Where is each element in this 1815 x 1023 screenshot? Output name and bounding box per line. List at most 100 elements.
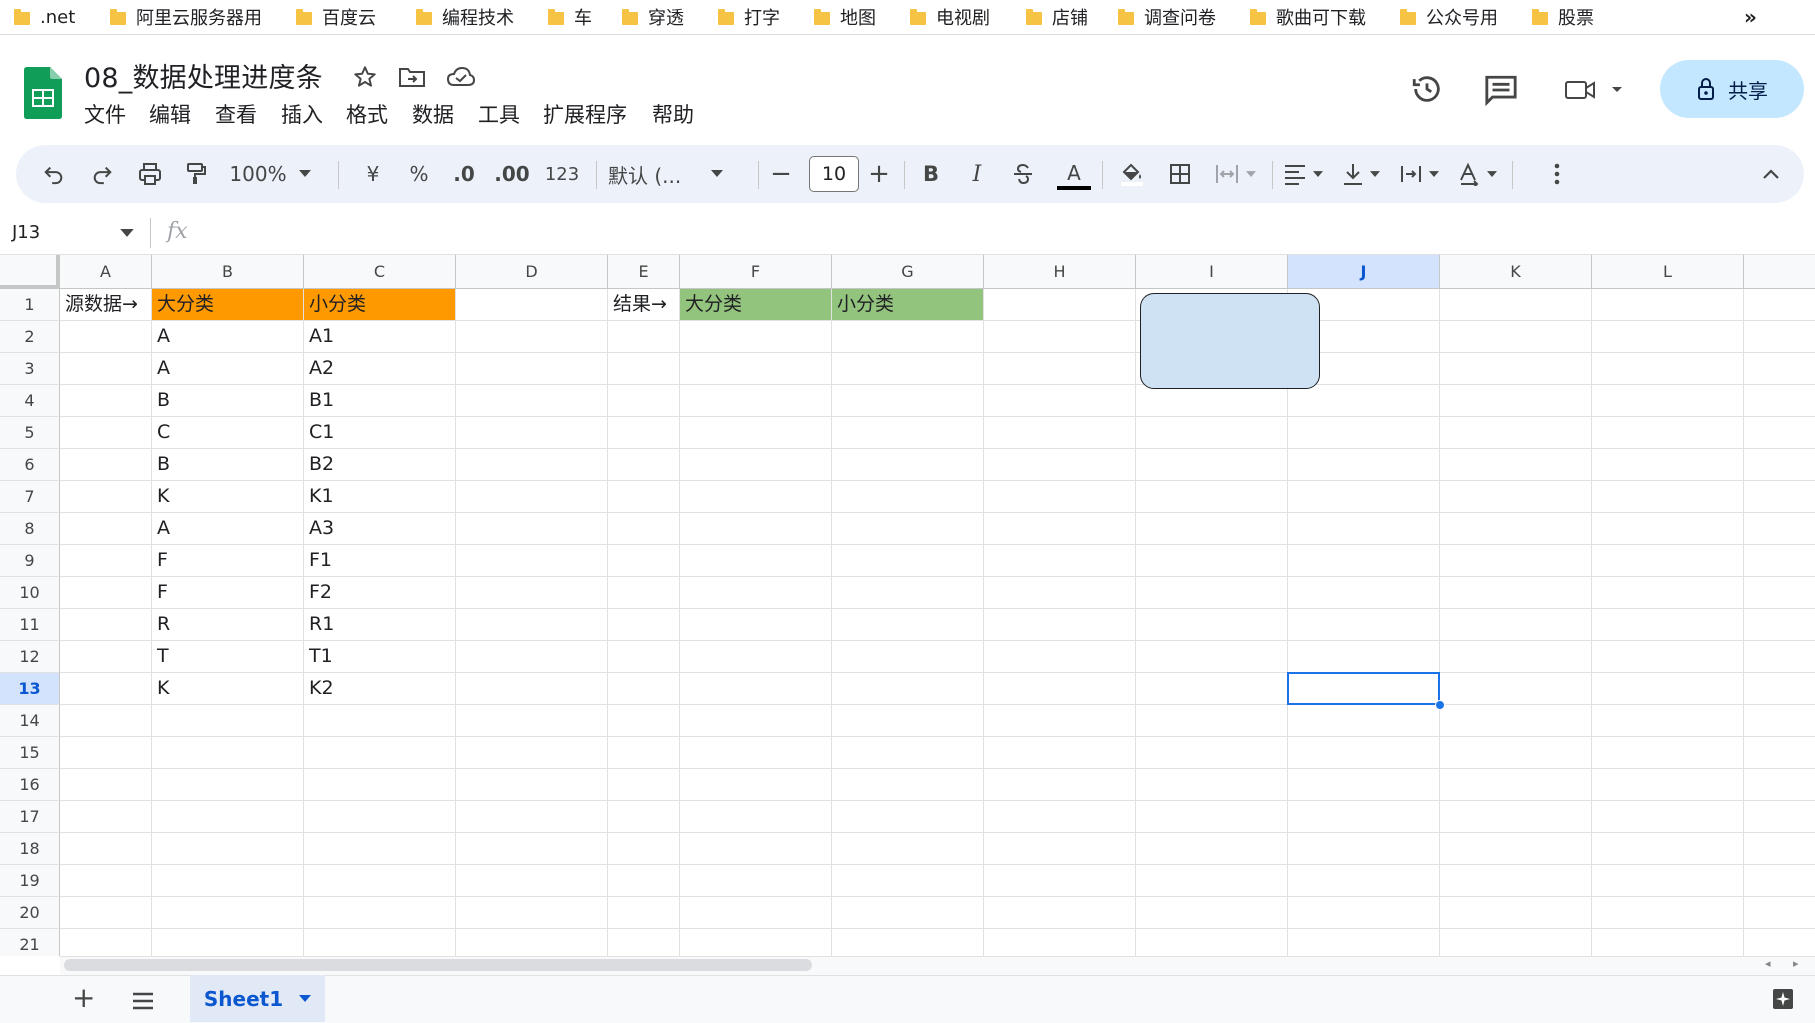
fill-color-icon[interactable] <box>1114 145 1150 203</box>
column-header-g[interactable]: G <box>832 255 984 289</box>
italic-button[interactable]: I <box>960 145 994 203</box>
explore-icon[interactable] <box>1772 988 1794 1014</box>
cell-d3[interactable] <box>456 353 608 385</box>
cell-f20[interactable] <box>680 897 832 929</box>
cell-l19[interactable] <box>1592 865 1744 897</box>
strikethrough-icon[interactable] <box>1006 145 1040 203</box>
cell-partial[interactable] <box>1744 865 1815 897</box>
cell-k15[interactable] <box>1440 737 1592 769</box>
row-header-16[interactable]: 16 <box>0 769 60 801</box>
cell-h5[interactable] <box>984 417 1136 449</box>
row-header-18[interactable]: 18 <box>0 833 60 865</box>
cell-f19[interactable] <box>680 865 832 897</box>
font-family-select[interactable]: 默认 (... <box>608 145 746 203</box>
cell-partial[interactable] <box>1744 289 1815 321</box>
cell-a10[interactable] <box>60 577 152 609</box>
borders-icon[interactable] <box>1162 145 1198 203</box>
cell-d5[interactable] <box>456 417 608 449</box>
cell-a7[interactable] <box>60 481 152 513</box>
cell-partial[interactable] <box>1744 321 1815 353</box>
cell-b3[interactable]: A <box>152 353 304 385</box>
cell-a13[interactable] <box>60 673 152 705</box>
menu-data[interactable]: 数据 <box>412 99 454 129</box>
cell-l11[interactable] <box>1592 609 1744 641</box>
cell-a2[interactable] <box>60 321 152 353</box>
cell-f9[interactable] <box>680 545 832 577</box>
select-all-corner[interactable] <box>0 255 60 289</box>
cell-d2[interactable] <box>456 321 608 353</box>
cell-i21[interactable] <box>1136 929 1288 956</box>
cell-e8[interactable] <box>608 513 680 545</box>
cell-d14[interactable] <box>456 705 608 737</box>
cell-l17[interactable] <box>1592 801 1744 833</box>
cell-g19[interactable] <box>832 865 984 897</box>
cell-k4[interactable] <box>1440 385 1592 417</box>
cell-e16[interactable] <box>608 769 680 801</box>
cell-h19[interactable] <box>984 865 1136 897</box>
cell-b7[interactable]: K <box>152 481 304 513</box>
bookmark-item[interactable]: .net <box>14 0 75 34</box>
cell-c7[interactable]: K1 <box>304 481 456 513</box>
sheet-tab[interactable]: Sheet1 <box>190 975 325 1022</box>
cell-h12[interactable] <box>984 641 1136 673</box>
cell-h10[interactable] <box>984 577 1136 609</box>
cell-l10[interactable] <box>1592 577 1744 609</box>
cell-k10[interactable] <box>1440 577 1592 609</box>
cell-i19[interactable] <box>1136 865 1288 897</box>
cell-h16[interactable] <box>984 769 1136 801</box>
cell-j16[interactable] <box>1288 769 1440 801</box>
cell-l21[interactable] <box>1592 929 1744 956</box>
cell-b13[interactable]: K <box>152 673 304 705</box>
cell-a21[interactable] <box>60 929 152 956</box>
bookmark-item[interactable]: 阿里云服务器用 <box>110 0 262 34</box>
cell-partial[interactable] <box>1744 545 1815 577</box>
cell-e7[interactable] <box>608 481 680 513</box>
row-header-7[interactable]: 7 <box>0 481 60 513</box>
cell-partial[interactable] <box>1744 449 1815 481</box>
comments-icon[interactable] <box>1484 74 1518 110</box>
cell-e1[interactable]: 结果→ <box>608 289 680 321</box>
collapse-toolbar-icon[interactable] <box>1756 145 1786 203</box>
cell-l8[interactable] <box>1592 513 1744 545</box>
cell-d13[interactable] <box>456 673 608 705</box>
cell-partial[interactable] <box>1744 641 1815 673</box>
cell-f13[interactable] <box>680 673 832 705</box>
cell-f4[interactable] <box>680 385 832 417</box>
menu-help[interactable]: 帮助 <box>652 99 694 129</box>
cell-d19[interactable] <box>456 865 608 897</box>
cell-e14[interactable] <box>608 705 680 737</box>
cell-j9[interactable] <box>1288 545 1440 577</box>
cell-d9[interactable] <box>456 545 608 577</box>
cell-j7[interactable] <box>1288 481 1440 513</box>
cell-a1[interactable]: 源数据→ <box>60 289 152 321</box>
document-title[interactable]: 08_数据处理进度条 <box>84 56 323 95</box>
cell-a16[interactable] <box>60 769 152 801</box>
cell-k6[interactable] <box>1440 449 1592 481</box>
cell-e21[interactable] <box>608 929 680 956</box>
cell-j4[interactable] <box>1288 385 1440 417</box>
cell-b6[interactable]: B <box>152 449 304 481</box>
cell-h18[interactable] <box>984 833 1136 865</box>
cell-b2[interactable]: A <box>152 321 304 353</box>
cell-e13[interactable] <box>608 673 680 705</box>
bookmark-item[interactable]: 地图 <box>814 0 876 34</box>
row-header-2[interactable]: 2 <box>0 321 60 353</box>
cell-partial[interactable] <box>1744 769 1815 801</box>
cell-i8[interactable] <box>1136 513 1288 545</box>
cell-j17[interactable] <box>1288 801 1440 833</box>
bookmark-item[interactable]: 电视剧 <box>910 0 990 34</box>
cell-c13[interactable]: K2 <box>304 673 456 705</box>
cell-l9[interactable] <box>1592 545 1744 577</box>
cell-g4[interactable] <box>832 385 984 417</box>
sheets-logo-icon[interactable] <box>24 67 62 119</box>
cell-c19[interactable] <box>304 865 456 897</box>
cell-partial[interactable] <box>1744 417 1815 449</box>
cell-i12[interactable] <box>1136 641 1288 673</box>
cloud-saved-icon[interactable] <box>446 64 476 94</box>
cell-e12[interactable] <box>608 641 680 673</box>
cell-k12[interactable] <box>1440 641 1592 673</box>
cell-partial[interactable] <box>1744 801 1815 833</box>
cell-c10[interactable]: F2 <box>304 577 456 609</box>
cell-h4[interactable] <box>984 385 1136 417</box>
cell-d11[interactable] <box>456 609 608 641</box>
